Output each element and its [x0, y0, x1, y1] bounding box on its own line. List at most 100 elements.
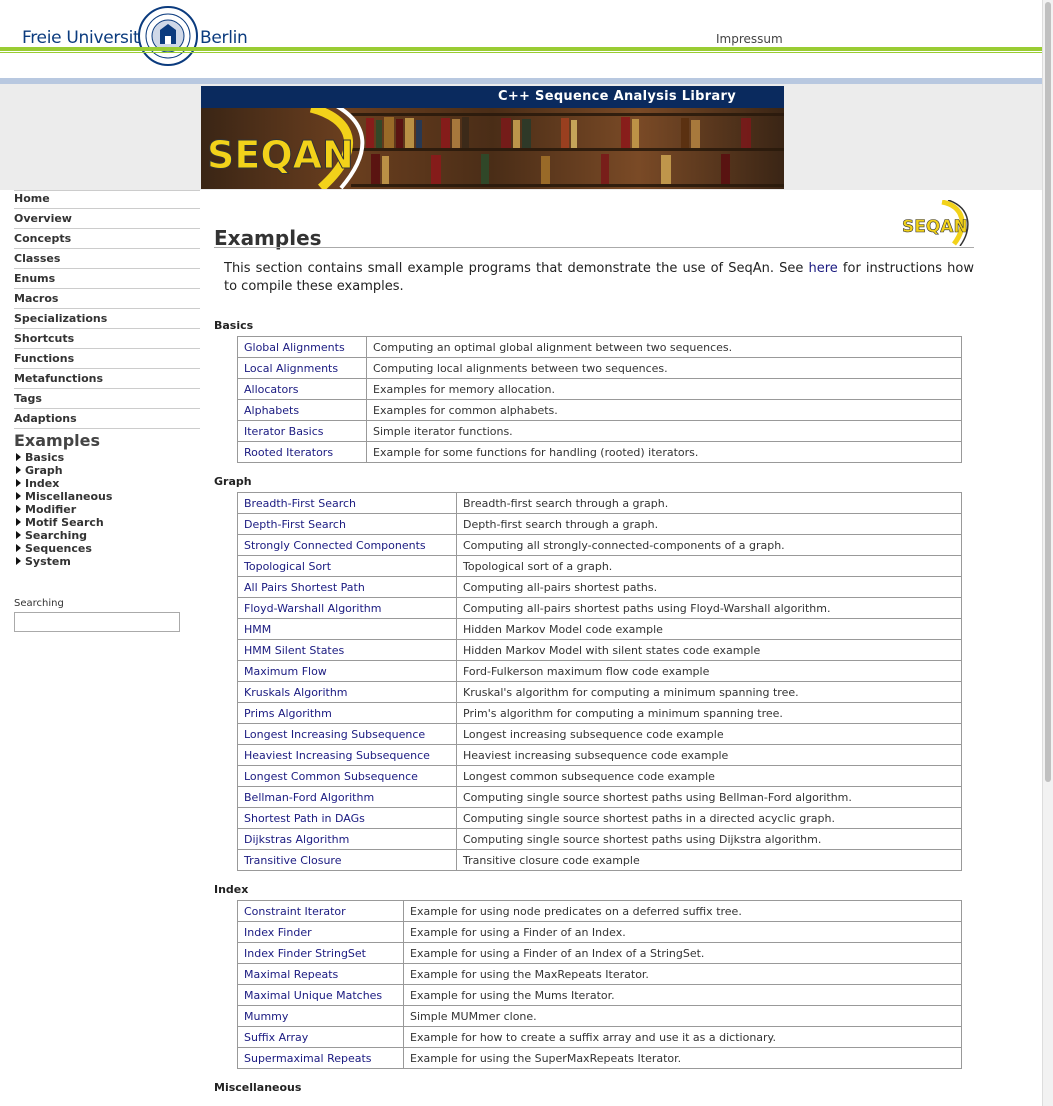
nav-sub-searching[interactable]: Searching: [16, 529, 200, 542]
example-name-cell: HMM Silent States: [237, 639, 457, 661]
table-row: Longest Increasing Subsequence Longest in…: [237, 723, 962, 745]
examples-table-index: Constraint Iterator Example for using nod…: [237, 900, 962, 1069]
example-description-cell: Example for using a Finder of an Index o…: [403, 942, 962, 964]
nav-item-functions[interactable]: Functions: [14, 349, 200, 369]
example-link[interactable]: Iterator Basics: [244, 425, 324, 438]
seqan-small-logo-text: SEQAN: [902, 217, 968, 237]
nav-item-classes[interactable]: Classes: [14, 249, 200, 269]
example-description-cell: Computing single source shortest paths i…: [456, 807, 962, 829]
nav-item-specializations[interactable]: Specializations: [14, 309, 200, 329]
example-link[interactable]: Depth-First Search: [244, 518, 346, 531]
example-link[interactable]: Prims Algorithm: [244, 707, 332, 720]
table-row: Local Alignments Computing local alignmen…: [237, 357, 962, 379]
triangle-right-icon: [16, 492, 21, 500]
nav-item-shortcuts[interactable]: Shortcuts: [14, 329, 200, 349]
example-link[interactable]: Longest Increasing Subsequence: [244, 728, 425, 741]
header-divider-thin: [0, 52, 1053, 53]
example-link[interactable]: Transitive Closure: [244, 854, 342, 867]
nav-item-home[interactable]: Home: [14, 190, 200, 209]
example-link[interactable]: Breadth-First Search: [244, 497, 356, 510]
example-description-cell: Longest increasing subsequence code exam…: [456, 723, 962, 745]
nav-item-enums[interactable]: Enums: [14, 269, 200, 289]
nav-sub-motif-search[interactable]: Motif Search: [16, 516, 200, 529]
example-link[interactable]: Floyd-Warshall Algorithm: [244, 602, 382, 615]
example-link[interactable]: All Pairs Shortest Path: [244, 581, 365, 594]
example-link[interactable]: Rooted Iterators: [244, 446, 333, 459]
nav-sub-basics[interactable]: Basics: [16, 451, 200, 464]
example-name-cell: Maximal Unique Matches: [237, 984, 404, 1006]
nav-sub-graph[interactable]: Graph: [16, 464, 200, 477]
search-label: Searching: [14, 598, 64, 609]
example-link[interactable]: Longest Common Subsequence: [244, 770, 418, 783]
example-name-cell: Global Alignments: [237, 336, 367, 358]
nav-item-overview[interactable]: Overview: [14, 209, 200, 229]
example-link[interactable]: Index Finder StringSet: [244, 947, 366, 960]
example-link[interactable]: Allocators: [244, 383, 298, 396]
table-row: Breadth-First Search Breadth-first search…: [237, 492, 962, 514]
example-link[interactable]: Supermaximal Repeats: [244, 1052, 372, 1065]
nav-item-macros[interactable]: Macros: [14, 289, 200, 309]
example-link[interactable]: Alphabets: [244, 404, 299, 417]
search-input[interactable]: [14, 612, 180, 632]
example-description-cell: Example for using a Finder of an Index.: [403, 921, 962, 943]
nav-sub-modifier[interactable]: Modifier: [16, 503, 200, 516]
table-row: Heaviest Increasing Subsequence Heaviest …: [237, 744, 962, 766]
nav-sub-miscellaneous[interactable]: Miscellaneous: [16, 490, 200, 503]
example-link[interactable]: HMM: [244, 623, 271, 636]
example-link[interactable]: Maximal Unique Matches: [244, 989, 382, 1002]
table-row: Topological Sort Topological sort of a gr…: [237, 555, 962, 577]
nav-item-metafunctions[interactable]: Metafunctions: [14, 369, 200, 389]
fu-name-left: Freie Universität: [22, 28, 156, 48]
example-name-cell: Iterator Basics: [237, 420, 367, 442]
triangle-right-icon: [16, 518, 21, 526]
impressum-link[interactable]: Impressum: [716, 32, 783, 46]
example-link[interactable]: Strongly Connected Components: [244, 539, 426, 552]
example-name-cell: Maximal Repeats: [237, 963, 404, 985]
example-link[interactable]: Dijkstras Algorithm: [244, 833, 349, 846]
table-row: Dijkstras Algorithm Computing single sour…: [237, 828, 962, 850]
section-heading-index: Index: [214, 883, 249, 896]
nav-sub-system[interactable]: System: [16, 555, 200, 568]
example-link[interactable]: Local Alignments: [244, 362, 338, 375]
example-link[interactable]: Constraint Iterator: [244, 905, 346, 918]
example-name-cell: Heaviest Increasing Subsequence: [237, 744, 457, 766]
example-description-cell: Longest common subsequence code example: [456, 765, 962, 787]
nav-sub-sequences[interactable]: Sequences: [16, 542, 200, 555]
table-row: Global Alignments Computing an optimal gl…: [237, 336, 962, 358]
table-row: Kruskals Algorithm Kruskal's algorithm fo…: [237, 681, 962, 703]
example-description-cell: Computing an optimal global alignment be…: [366, 336, 962, 358]
example-link[interactable]: Heaviest Increasing Subsequence: [244, 749, 430, 762]
triangle-right-icon: [16, 505, 21, 513]
example-link[interactable]: Shortest Path in DAGs: [244, 812, 365, 825]
example-link[interactable]: Global Alignments: [244, 341, 345, 354]
example-link[interactable]: Maximal Repeats: [244, 968, 338, 981]
table-row: HMM Hidden Markov Model code example: [237, 618, 962, 640]
example-description-cell: Simple MUMmer clone.: [403, 1005, 962, 1027]
table-row: Transitive Closure Transitive closure cod…: [237, 849, 962, 871]
nav-sub-label: Miscellaneous: [25, 490, 113, 503]
example-link[interactable]: Topological Sort: [244, 560, 331, 573]
vertical-scrollbar[interactable]: [1042, 0, 1053, 1106]
example-link[interactable]: HMM Silent States: [244, 644, 344, 657]
nav-sub-label: Sequences: [25, 542, 92, 555]
example-link[interactable]: Bellman-Ford Algorithm: [244, 791, 374, 804]
nav-sub-index[interactable]: Index: [16, 477, 200, 490]
example-description-cell: Hidden Markov Model code example: [456, 618, 962, 640]
example-name-cell: Bellman-Ford Algorithm: [237, 786, 457, 808]
example-link[interactable]: Maximum Flow: [244, 665, 327, 678]
nav-item-adaptions[interactable]: Adaptions: [14, 409, 200, 429]
example-description-cell: Topological sort of a graph.: [456, 555, 962, 577]
nav-item-concepts[interactable]: Concepts: [14, 229, 200, 249]
example-link[interactable]: Index Finder: [244, 926, 312, 939]
seqan-logo-text: SEQAN: [207, 133, 354, 177]
example-link[interactable]: Suffix Array: [244, 1031, 308, 1044]
example-description-cell: Example for how to create a suffix array…: [403, 1026, 962, 1048]
compile-instructions-link[interactable]: here: [809, 261, 838, 276]
example-description-cell: Prim's algorithm for computing a minimum…: [456, 702, 962, 724]
triangle-right-icon: [16, 466, 21, 474]
example-link[interactable]: Kruskals Algorithm: [244, 686, 348, 699]
example-link[interactable]: Mummy: [244, 1010, 288, 1023]
example-description-cell: Heaviest increasing subsequence code exa…: [456, 744, 962, 766]
scrollbar-thumb[interactable]: [1045, 2, 1051, 782]
nav-item-tags[interactable]: Tags: [14, 389, 200, 409]
